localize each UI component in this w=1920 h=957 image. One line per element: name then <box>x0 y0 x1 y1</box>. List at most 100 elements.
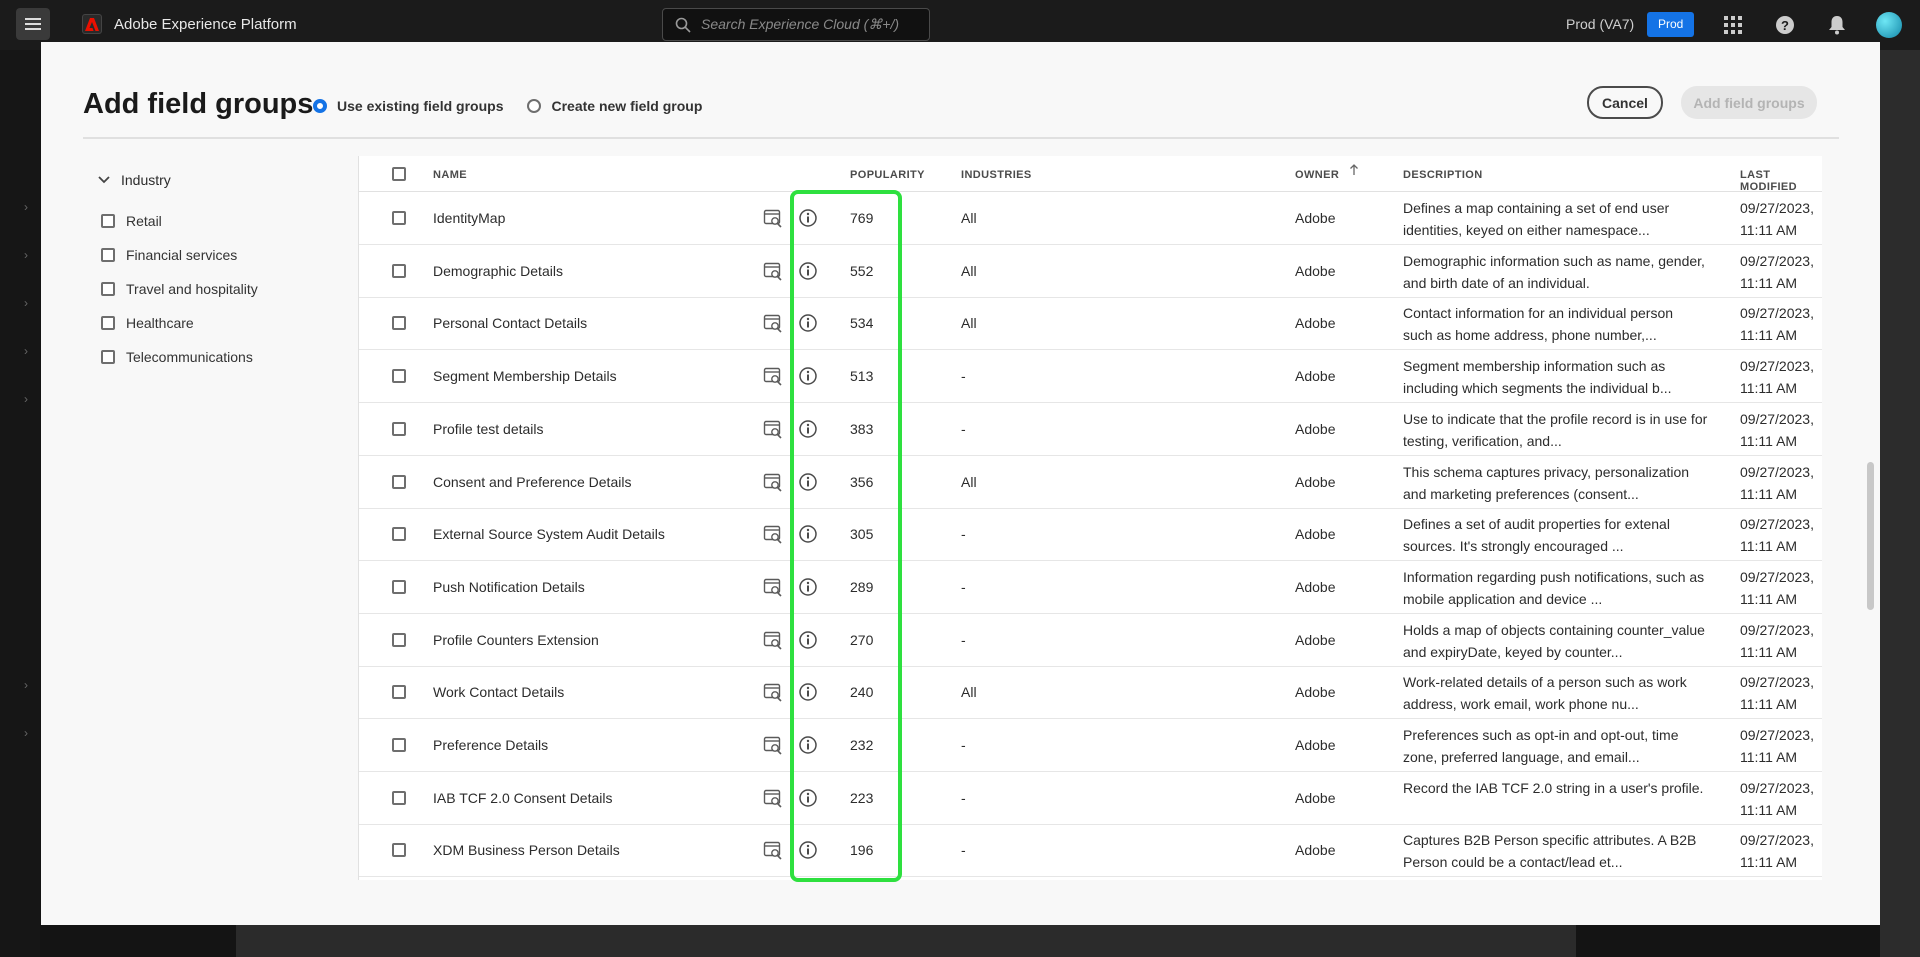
column-header-last-modified[interactable]: LAST MODIFIED <box>1740 169 1822 193</box>
field-group-name[interactable]: Preference Details <box>433 737 548 753</box>
info-icon[interactable] <box>798 735 818 755</box>
table-row[interactable]: Demographic Details 552 All Adobe Demographi… <box>359 245 1822 298</box>
table-row[interactable]: Work Contact Details 240 All Adobe Work-rela… <box>359 666 1822 720</box>
nav-chevron-right-icon[interactable]: › <box>24 248 38 262</box>
info-icon[interactable] <box>798 788 818 808</box>
table-row[interactable]: Preference Details 232 - Adobe Preferences s… <box>359 719 1822 772</box>
field-group-name[interactable]: Profile Counters Extension <box>433 632 599 648</box>
industry-filter-toggle[interactable]: Industry <box>97 172 171 188</box>
info-icon[interactable] <box>798 208 818 228</box>
field-group-name[interactable]: Demographic Details <box>433 263 563 279</box>
table-row[interactable]: Personal Contact Details 534 All Adobe Conta… <box>359 297 1822 351</box>
industry-filter-option[interactable]: Retail <box>101 204 258 238</box>
table-row[interactable]: Profile test details 383 - Adobe Use to indi… <box>359 403 1822 456</box>
info-icon[interactable] <box>798 419 818 439</box>
info-icon[interactable] <box>798 524 818 544</box>
radio-selected-icon[interactable] <box>313 99 327 113</box>
field-group-name[interactable]: External Source System Audit Details <box>433 526 665 542</box>
preview-icon[interactable] <box>763 840 783 860</box>
preview-icon[interactable] <box>763 524 783 544</box>
org-switcher[interactable]: Prod (VA7) <box>1566 16 1634 32</box>
info-icon[interactable] <box>798 261 818 281</box>
preview-icon[interactable] <box>763 472 783 492</box>
radio-unselected-icon[interactable] <box>527 99 542 113</box>
row-checkbox[interactable] <box>392 632 406 647</box>
row-checkbox[interactable] <box>392 211 406 225</box>
add-field-groups-button[interactable]: Add field groups <box>1681 86 1817 119</box>
table-row[interactable]: Profile Counters Extension 270 - Adobe Holds… <box>359 614 1822 667</box>
preview-icon[interactable] <box>763 788 783 808</box>
filter-checkbox[interactable] <box>101 350 115 364</box>
table-row[interactable]: External Source System Audit Details 305 -… <box>359 508 1822 562</box>
column-header-name[interactable]: NAME <box>433 169 467 181</box>
nav-chevron-right-icon[interactable]: › <box>24 296 38 310</box>
preview-icon[interactable] <box>763 366 783 386</box>
row-checkbox[interactable] <box>392 527 406 542</box>
info-icon[interactable] <box>798 630 818 650</box>
preview-icon[interactable] <box>763 630 783 650</box>
table-row[interactable]: XDM Business Person Details 196 - Adobe Capt… <box>359 824 1822 878</box>
row-checkbox[interactable] <box>392 369 406 384</box>
filter-checkbox[interactable] <box>101 248 115 262</box>
help-icon[interactable]: ? <box>1772 12 1798 38</box>
row-checkbox[interactable] <box>392 738 406 752</box>
field-group-name[interactable]: Push Notification Details <box>433 579 585 595</box>
column-header-owner[interactable]: OWNER <box>1295 169 1339 181</box>
nav-chevron-right-icon[interactable]: › <box>24 678 38 692</box>
nav-chevron-right-icon[interactable]: › <box>24 392 38 406</box>
row-checkbox[interactable] <box>392 843 406 858</box>
filter-checkbox[interactable] <box>101 282 115 296</box>
row-checkbox[interactable] <box>392 790 406 805</box>
info-icon[interactable] <box>798 840 818 860</box>
user-avatar[interactable] <box>1876 12 1902 38</box>
industry-filter-option[interactable]: Telecommunications <box>101 340 258 374</box>
row-checkbox[interactable] <box>392 316 406 331</box>
sandbox-badge[interactable]: Prod <box>1647 12 1695 37</box>
adobe-logo-icon[interactable] <box>82 14 102 34</box>
select-all-checkbox[interactable] <box>392 167 406 181</box>
field-group-name[interactable]: Work Contact Details <box>433 684 564 700</box>
filter-checkbox[interactable] <box>101 214 115 228</box>
info-icon[interactable] <box>798 313 818 333</box>
table-row[interactable]: Consent and Preference Details 356 All Adob… <box>359 456 1822 509</box>
table-row[interactable]: Segment Membership Details 513 - Adobe Segme… <box>359 350 1822 404</box>
row-checkbox[interactable] <box>392 685 406 700</box>
industry-filter-option[interactable]: Financial services <box>101 238 258 272</box>
use-existing-radio[interactable]: Use existing field groups <box>313 98 503 114</box>
nav-chevron-right-icon[interactable]: › <box>24 344 38 358</box>
row-checkbox[interactable] <box>392 421 406 436</box>
nav-chevron-right-icon[interactable]: › <box>24 726 38 740</box>
row-checkbox[interactable] <box>392 263 406 278</box>
industry-filter-option[interactable]: Healthcare <box>101 306 258 340</box>
row-checkbox[interactable] <box>392 474 406 489</box>
cancel-button[interactable]: Cancel <box>1587 86 1663 119</box>
preview-icon[interactable] <box>763 261 783 281</box>
field-group-name[interactable]: Segment Membership Details <box>433 368 617 384</box>
info-icon[interactable] <box>798 472 818 492</box>
notifications-bell-icon[interactable] <box>1824 12 1850 38</box>
field-group-name[interactable]: Personal Contact Details <box>433 315 587 331</box>
table-row[interactable]: IdentityMap 769 All Adobe Defines a map cont… <box>359 192 1822 245</box>
preview-icon[interactable] <box>763 313 783 333</box>
global-search-input[interactable]: Search Experience Cloud (⌘+/) <box>662 8 930 41</box>
table-row[interactable]: Push Notification Details 289 - Adobe Inform… <box>359 561 1822 614</box>
app-title[interactable]: Adobe Experience Platform <box>114 16 297 33</box>
preview-icon[interactable] <box>763 682 783 702</box>
field-group-name[interactable]: Profile test details <box>433 421 544 437</box>
nav-chevron-right-icon[interactable]: › <box>24 200 38 214</box>
filter-checkbox[interactable] <box>101 316 115 330</box>
field-group-name[interactable]: IAB TCF 2.0 Consent Details <box>433 790 612 806</box>
create-new-radio[interactable]: Create new field group <box>527 98 702 114</box>
info-icon[interactable] <box>798 682 818 702</box>
column-header-popularity[interactable]: POPULARITY <box>850 169 925 181</box>
preview-icon[interactable] <box>763 577 783 597</box>
preview-icon[interactable] <box>763 419 783 439</box>
column-header-industries[interactable]: INDUSTRIES <box>961 169 1032 181</box>
apps-grid-icon[interactable] <box>1720 12 1746 38</box>
sort-ascending-icon[interactable] <box>1349 164 1359 176</box>
table-row[interactable]: IAB TCF 2.0 Consent Details 223 - Adobe Reco… <box>359 772 1822 825</box>
field-group-name[interactable]: IdentityMap <box>433 210 505 226</box>
industry-filter-option[interactable]: Travel and hospitality <box>101 272 258 306</box>
info-icon[interactable] <box>798 366 818 386</box>
column-header-description[interactable]: DESCRIPTION <box>1403 169 1483 181</box>
